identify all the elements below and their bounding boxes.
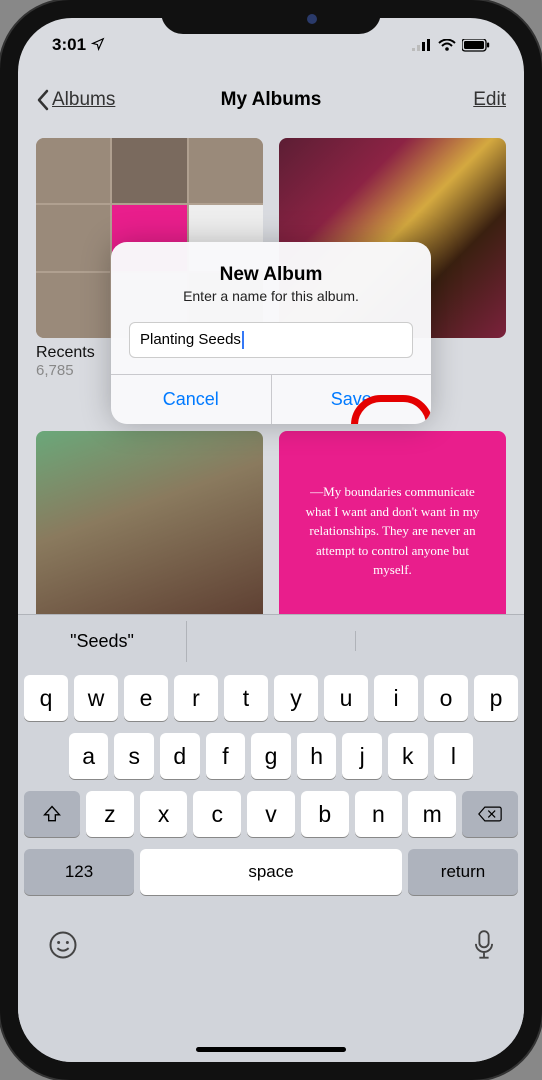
dialog-message: Enter a name for this album. bbox=[129, 288, 413, 304]
key-a[interactable]: a bbox=[69, 733, 109, 779]
status-right bbox=[412, 39, 490, 52]
album-item[interactable] bbox=[36, 431, 263, 631]
screen: 3:01 Albums My Albums Edit bbox=[18, 18, 524, 1062]
wifi-icon bbox=[438, 39, 456, 52]
cellular-icon bbox=[412, 39, 432, 52]
space-key[interactable]: space bbox=[140, 849, 402, 895]
time-text: 3:01 bbox=[52, 35, 86, 54]
album-row-2: —My boundaries communicate what I want a… bbox=[36, 431, 506, 631]
key-e[interactable]: e bbox=[124, 675, 168, 721]
album-thumbnail bbox=[36, 431, 263, 631]
album-thumbnail: —My boundaries communicate what I want a… bbox=[279, 431, 506, 631]
key-s[interactable]: s bbox=[114, 733, 154, 779]
key-p[interactable]: p bbox=[474, 675, 518, 721]
keyboard-row-1: q w e r t y u i o p bbox=[24, 675, 518, 721]
numbers-key[interactable]: 123 bbox=[24, 849, 134, 895]
emoji-icon[interactable] bbox=[48, 930, 78, 960]
key-u[interactable]: u bbox=[324, 675, 368, 721]
prediction-bar: "Seeds" bbox=[18, 615, 524, 667]
key-l[interactable]: l bbox=[434, 733, 474, 779]
key-y[interactable]: y bbox=[274, 675, 318, 721]
shift-icon bbox=[42, 804, 62, 824]
key-c[interactable]: c bbox=[193, 791, 241, 837]
prediction-2[interactable] bbox=[187, 631, 356, 651]
key-b[interactable]: b bbox=[301, 791, 349, 837]
key-h[interactable]: h bbox=[297, 733, 337, 779]
edit-button[interactable]: Edit bbox=[473, 89, 506, 111]
keyboard-row-4: 123 space return bbox=[24, 849, 518, 895]
keyboard: q w e r t y u i o p a s d f g h bbox=[18, 667, 524, 913]
key-t[interactable]: t bbox=[224, 675, 268, 721]
shift-key[interactable] bbox=[24, 791, 80, 837]
key-v[interactable]: v bbox=[247, 791, 295, 837]
album-name-input[interactable]: Planting Seeds bbox=[129, 322, 413, 358]
album-quote[interactable]: —My boundaries communicate what I want a… bbox=[279, 431, 506, 631]
quote-text: —My boundaries communicate what I want a… bbox=[299, 482, 486, 580]
key-i[interactable]: i bbox=[374, 675, 418, 721]
key-k[interactable]: k bbox=[388, 733, 428, 779]
keyboard-area: "Seeds" q w e r t y u i o p a bbox=[18, 614, 524, 1062]
key-r[interactable]: r bbox=[174, 675, 218, 721]
key-m[interactable]: m bbox=[408, 791, 456, 837]
save-button[interactable]: Save bbox=[271, 375, 432, 424]
backspace-key[interactable] bbox=[462, 791, 518, 837]
prediction-1[interactable]: "Seeds" bbox=[18, 621, 187, 662]
key-j[interactable]: j bbox=[342, 733, 382, 779]
key-o[interactable]: o bbox=[424, 675, 468, 721]
home-indicator[interactable] bbox=[196, 1047, 346, 1052]
key-z[interactable]: z bbox=[86, 791, 134, 837]
status-time: 3:01 bbox=[52, 35, 105, 55]
key-g[interactable]: g bbox=[251, 733, 291, 779]
input-value: Planting Seeds bbox=[140, 331, 241, 348]
key-f[interactable]: f bbox=[206, 733, 246, 779]
key-d[interactable]: d bbox=[160, 733, 200, 779]
new-album-dialog: New Album Enter a name for this album. P… bbox=[111, 242, 431, 424]
device-frame: 3:01 Albums My Albums Edit bbox=[0, 0, 542, 1080]
return-key[interactable]: return bbox=[408, 849, 518, 895]
key-w[interactable]: w bbox=[74, 675, 118, 721]
key-q[interactable]: q bbox=[24, 675, 68, 721]
backspace-icon bbox=[478, 805, 502, 823]
back-button[interactable]: Albums bbox=[36, 89, 115, 111]
location-icon bbox=[91, 37, 105, 51]
nav-bar: Albums My Albums Edit bbox=[18, 72, 524, 128]
notch bbox=[161, 0, 381, 34]
key-x[interactable]: x bbox=[140, 791, 188, 837]
prediction-3[interactable] bbox=[356, 631, 524, 651]
dictation-icon[interactable] bbox=[474, 930, 494, 960]
dialog-title: New Album bbox=[129, 264, 413, 286]
battery-icon bbox=[462, 39, 490, 52]
keyboard-row-2: a s d f g h j k l bbox=[24, 733, 518, 779]
key-n[interactable]: n bbox=[355, 791, 403, 837]
keyboard-row-3: z x c v b n m bbox=[24, 791, 518, 837]
chevron-left-icon bbox=[36, 89, 50, 111]
cancel-button[interactable]: Cancel bbox=[111, 375, 271, 424]
text-caret bbox=[242, 331, 244, 349]
back-label: Albums bbox=[52, 89, 115, 111]
keyboard-bottom-bar bbox=[18, 913, 524, 977]
